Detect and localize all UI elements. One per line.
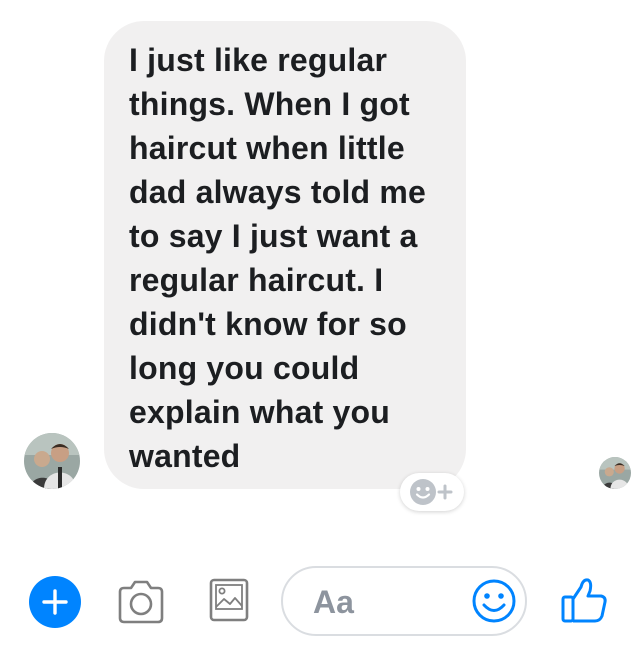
- plus-icon: [29, 576, 81, 628]
- emoji-icon: [472, 579, 516, 623]
- profile-photo-icon: [24, 433, 80, 489]
- photo-gallery-icon: [209, 578, 249, 622]
- read-receipt-avatar: [599, 457, 631, 489]
- received-message-bubble[interactable]: I just like regular things. When I got h…: [104, 21, 466, 489]
- thumbs-up-icon: [561, 578, 607, 623]
- camera-button[interactable]: [116, 578, 166, 626]
- send-like-button[interactable]: [560, 575, 608, 625]
- message-text: I just like regular things. When I got h…: [129, 42, 427, 474]
- add-reaction-button[interactable]: [400, 473, 464, 511]
- message-input-placeholder: Aa: [313, 584, 354, 620]
- more-actions-button[interactable]: [29, 576, 81, 628]
- photo-gallery-button[interactable]: [207, 576, 251, 626]
- sender-avatar[interactable]: [24, 433, 80, 489]
- messenger-conversation-screen: I just like regular things. When I got h…: [0, 0, 632, 653]
- emoji-button[interactable]: [471, 578, 517, 624]
- profile-photo-icon: [599, 457, 631, 489]
- message-input[interactable]: Aa: [281, 566, 527, 636]
- camera-icon: [118, 580, 164, 624]
- add-reaction-icon: [410, 479, 453, 505]
